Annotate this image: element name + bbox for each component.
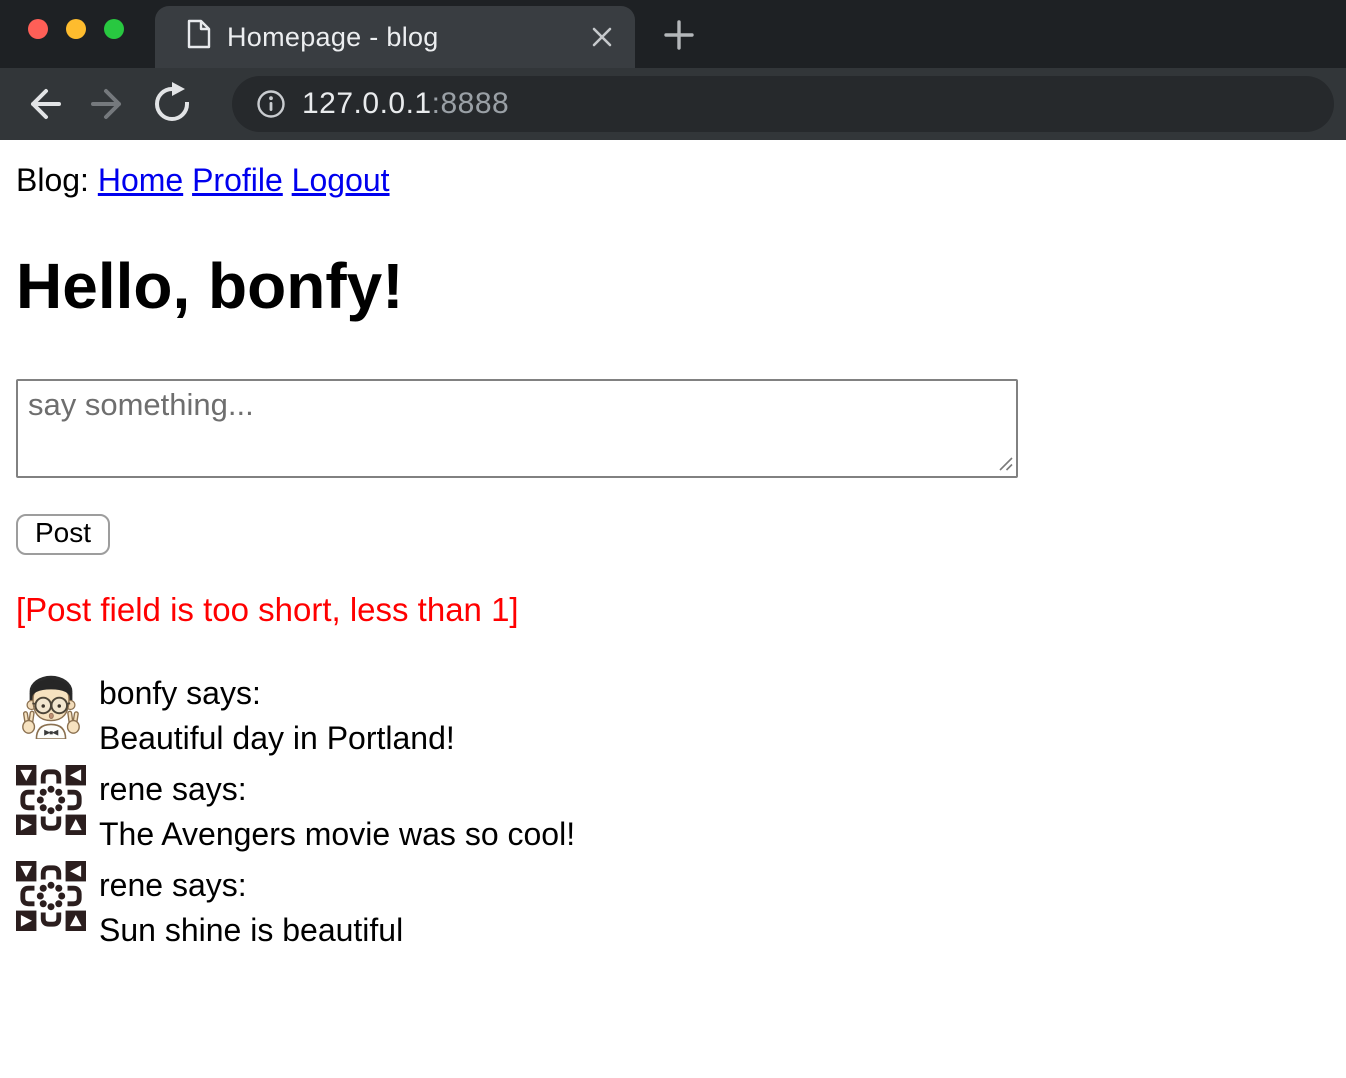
post-author-line: bonfy says:: [99, 671, 455, 716]
back-button[interactable]: [20, 80, 68, 128]
page-title: Hello, bonfy!: [16, 249, 1330, 323]
rene-identicon-avatar-icon: [16, 765, 86, 835]
bonfy-avatar-icon: [16, 669, 86, 739]
rene-identicon-avatar-icon: [16, 861, 86, 931]
url-bar[interactable]: 127.0.0.1:8888: [232, 76, 1334, 132]
says-label: says:: [186, 675, 261, 711]
document-icon: [187, 19, 211, 56]
close-icon[interactable]: [589, 24, 615, 50]
browser-window: Homepage - blog: [0, 0, 1346, 1078]
says-label: says:: [172, 867, 247, 903]
post-body: The Avengers movie was so cool!: [99, 812, 575, 857]
post-body: Sun shine is beautiful: [99, 908, 403, 953]
url-port: :8888: [432, 87, 510, 120]
close-window-button[interactable]: [28, 19, 48, 39]
browser-tab[interactable]: Homepage - blog: [155, 6, 635, 68]
arrow-left-icon: [20, 80, 68, 128]
post-author: rene: [99, 867, 163, 903]
composer: [16, 379, 1018, 478]
post-text: rene says: The Avengers movie was so coo…: [99, 765, 575, 857]
forward-button[interactable]: [84, 80, 132, 128]
post-body: Beautiful day in Portland!: [99, 716, 455, 761]
post-button-row: Post: [16, 513, 1330, 555]
post-author: bonfy: [99, 675, 177, 711]
blog-nav-label: Blog:: [16, 162, 89, 198]
post-text: rene says: Sun shine is beautiful: [99, 861, 403, 953]
reload-button[interactable]: [148, 80, 196, 128]
plus-icon: [663, 19, 695, 51]
url-host: 127.0.0.1: [302, 87, 432, 120]
post-row: rene says: The Avengers movie was so coo…: [16, 765, 1330, 857]
browser-toolbar: 127.0.0.1:8888: [0, 68, 1346, 140]
reload-icon: [148, 80, 196, 128]
info-circle-icon[interactable]: [256, 89, 286, 119]
page-content: Blog: Home Profile Logout Hello, bonfy! …: [0, 140, 1346, 1078]
post-text: bonfy says: Beautiful day in Portland!: [99, 669, 455, 761]
tab-strip: Homepage - blog: [0, 0, 1346, 68]
new-tab-button[interactable]: [660, 16, 698, 54]
zoom-window-button[interactable]: [104, 19, 124, 39]
says-label: says:: [172, 771, 247, 807]
post-row: rene says: Sun shine is beautiful: [16, 861, 1330, 953]
nav-link-profile[interactable]: Profile: [192, 162, 283, 198]
post-author-line: rene says:: [99, 767, 575, 812]
post-row: bonfy says: Beautiful day in Portland!: [16, 669, 1330, 761]
post-author: rene: [99, 771, 163, 807]
posts-list: bonfy says: Beautiful day in Portland!: [16, 669, 1330, 953]
post-textarea[interactable]: [16, 379, 1018, 478]
nav-link-logout[interactable]: Logout: [292, 162, 390, 198]
post-button[interactable]: Post: [16, 514, 110, 555]
tab-title: Homepage - blog: [227, 22, 573, 53]
arrow-right-icon: [84, 80, 132, 128]
blog-nav: Blog: Home Profile Logout: [16, 162, 1330, 199]
nav-link-home[interactable]: Home: [98, 162, 183, 198]
url-text: 127.0.0.1:8888: [302, 87, 509, 121]
validation-error: [Post field is too short, less than 1]: [16, 591, 1330, 629]
post-author-line: rene says:: [99, 863, 403, 908]
minimize-window-button[interactable]: [66, 19, 86, 39]
resize-grip-icon[interactable]: [998, 456, 1013, 471]
